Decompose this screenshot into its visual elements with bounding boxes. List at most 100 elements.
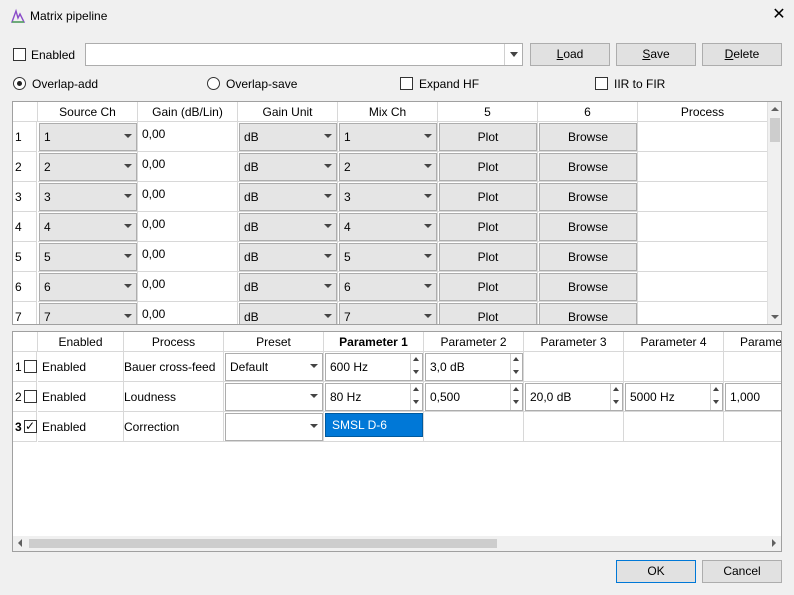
expand-hf-checkbox[interactable]: [400, 77, 413, 90]
source-ch-combo[interactable]: 3: [39, 183, 137, 211]
spin-down-icon[interactable]: [410, 367, 422, 380]
param-spinbox[interactable]: 5000 Hz: [625, 383, 723, 411]
param-spinbox[interactable]: 0,500: [425, 383, 523, 411]
mix-ch-combo[interactable]: 2: [339, 153, 437, 181]
gain-unit-combo[interactable]: dB: [239, 273, 337, 301]
matrix-vertical-scrollbar[interactable]: [767, 102, 781, 324]
process-enabled-checkbox[interactable]: [24, 390, 37, 403]
spin-down-icon[interactable]: [710, 397, 722, 410]
gain-field[interactable]: 0,00: [138, 242, 238, 272]
overlap-add-radio[interactable]: [13, 77, 26, 90]
gain-field[interactable]: 0,00: [138, 122, 238, 152]
plot-button[interactable]: Plot: [439, 123, 537, 151]
spin-up-icon[interactable]: [510, 384, 522, 397]
gain-field[interactable]: 0,00: [138, 272, 238, 302]
process-preset-combo[interactable]: [225, 383, 323, 411]
param-spinbox[interactable]: 3,0 dB: [425, 353, 523, 381]
browse-button[interactable]: Browse: [539, 153, 637, 181]
process-column-header: Preset: [224, 332, 324, 352]
mix-ch-combo[interactable]: 7: [339, 303, 437, 324]
mix-ch-value: 6: [344, 280, 351, 294]
spin-up-icon[interactable]: [410, 384, 422, 397]
browse-button[interactable]: Browse: [539, 213, 637, 241]
gain-field[interactable]: 0,00: [138, 152, 238, 182]
delete-button[interactable]: Delete: [702, 43, 782, 66]
spin-down-icon[interactable]: [510, 367, 522, 380]
iir-to-fir-checkbox[interactable]: [595, 77, 608, 90]
param-dropdown-option[interactable]: SMSL D-6: [325, 413, 423, 437]
process-preset-combo[interactable]: Default: [225, 353, 323, 381]
param-value: 80 Hz: [330, 390, 362, 404]
source-ch-combo[interactable]: 1: [39, 123, 137, 151]
load-button[interactable]: Load: [530, 43, 610, 66]
mix-ch-combo[interactable]: 5: [339, 243, 437, 271]
param-spinbox[interactable]: 1,000: [725, 383, 781, 411]
process-enabled-checkbox[interactable]: [24, 420, 37, 433]
gain-unit-combo[interactable]: dB: [239, 183, 337, 211]
source-ch-combo[interactable]: 5: [39, 243, 137, 271]
param-spinbox[interactable]: 600 Hz: [325, 353, 423, 381]
source-ch-combo[interactable]: 2: [39, 153, 137, 181]
plot-button[interactable]: Plot: [439, 243, 537, 271]
process-enabled-checkbox[interactable]: [24, 360, 37, 373]
param-spinbox[interactable]: 20,0 dB: [525, 383, 623, 411]
gain-unit-combo[interactable]: dB: [239, 243, 337, 271]
matrix-grid[interactable]: Source Ch Gain (dB/Lin) Gain Unit Mix Ch 5 6 P…: [12, 101, 782, 325]
mix-ch-combo[interactable]: 4: [339, 213, 437, 241]
browse-button[interactable]: Browse: [539, 303, 637, 324]
matrix-corner-header: [13, 102, 38, 122]
gain-field[interactable]: 0,00: [138, 182, 238, 212]
gain-field[interactable]: 0,00: [138, 212, 238, 242]
spin-up-icon[interactable]: [610, 384, 622, 397]
param-value: 5000 Hz: [630, 390, 675, 404]
preset-enabled-checkbox[interactable]: [13, 48, 26, 61]
process-grid[interactable]: Enabled Process Preset Parameter 1 Parameter…: [12, 331, 782, 552]
plot-button[interactable]: Plot: [439, 213, 537, 241]
spin-up-icon[interactable]: [410, 354, 422, 367]
gain-field[interactable]: 0,00: [138, 302, 238, 324]
matrix-scroll-thumb[interactable]: [770, 118, 780, 142]
process-column-header: Parameter 4: [624, 332, 724, 352]
gain-unit-combo[interactable]: dB: [239, 123, 337, 151]
plot-button[interactable]: Plot: [439, 153, 537, 181]
source-ch-combo[interactable]: 6: [39, 273, 137, 301]
ok-button[interactable]: OK: [616, 560, 696, 583]
spin-down-icon[interactable]: [510, 397, 522, 410]
scroll-right-icon[interactable]: [769, 538, 779, 548]
chevron-down-icon: [420, 124, 436, 150]
scroll-left-icon[interactable]: [15, 538, 25, 548]
process-scroll-thumb[interactable]: [29, 539, 497, 548]
spin-up-icon[interactable]: [710, 384, 722, 397]
process-horizontal-scrollbar[interactable]: [13, 536, 781, 551]
mix-ch-combo[interactable]: 1: [339, 123, 437, 151]
source-ch-combo[interactable]: 4: [39, 213, 137, 241]
param-spinbox[interactable]: 80 Hz: [325, 383, 423, 411]
source-ch-value: 4: [44, 220, 51, 234]
browse-button[interactable]: Browse: [539, 243, 637, 271]
close-icon[interactable]: ✕: [768, 4, 790, 26]
mix-ch-combo[interactable]: 3: [339, 183, 437, 211]
spin-down-icon[interactable]: [410, 397, 422, 410]
browse-button[interactable]: Browse: [539, 123, 637, 151]
scroll-up-icon[interactable]: [770, 104, 780, 114]
save-button[interactable]: Save: [616, 43, 696, 66]
plot-button[interactable]: Plot: [439, 183, 537, 211]
gain-unit-combo[interactable]: dB: [239, 213, 337, 241]
mix-ch-combo[interactable]: 6: [339, 273, 437, 301]
chevron-down-icon: [320, 154, 336, 180]
browse-button[interactable]: Browse: [539, 273, 637, 301]
source-ch-combo[interactable]: 7: [39, 303, 137, 324]
browse-button[interactable]: Browse: [539, 183, 637, 211]
plot-button[interactable]: Plot: [439, 303, 537, 324]
spin-up-icon[interactable]: [510, 354, 522, 367]
plot-button[interactable]: Plot: [439, 273, 537, 301]
scroll-down-icon[interactable]: [770, 312, 780, 322]
gain-unit-combo[interactable]: dB: [239, 153, 337, 181]
process-preset-combo[interactable]: [225, 413, 323, 441]
gain-unit-combo[interactable]: dB: [239, 303, 337, 324]
overlap-save-radio[interactable]: [207, 77, 220, 90]
preset-combo[interactable]: [85, 43, 523, 66]
spin-down-icon[interactable]: [610, 397, 622, 410]
chevron-down-icon: [320, 214, 336, 240]
cancel-button[interactable]: Cancel: [702, 560, 782, 583]
